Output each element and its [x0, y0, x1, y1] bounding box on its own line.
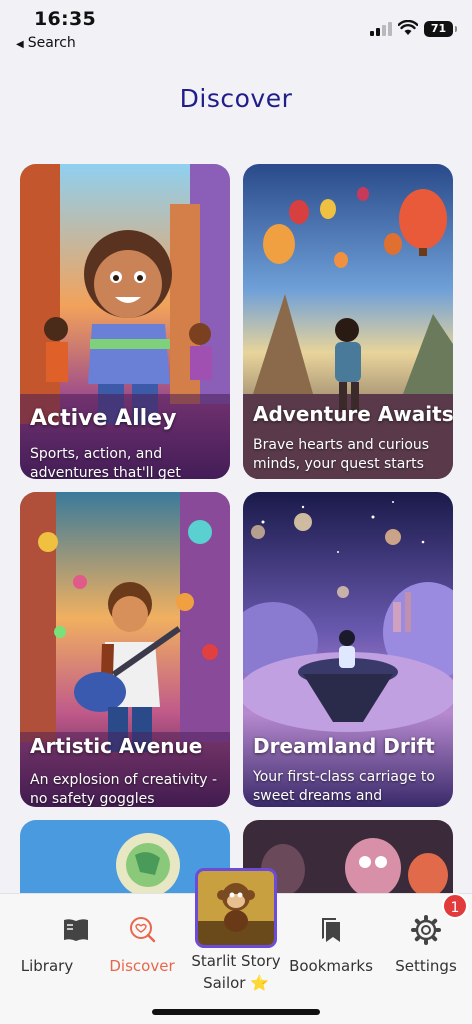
tab-label: Library [20, 957, 74, 975]
status-time: 16:35 [34, 8, 96, 30]
back-label: Search [27, 35, 76, 51]
bookmarks-icon [322, 918, 340, 942]
card-description: Brave hearts and curious minds, your que… [253, 437, 430, 472]
status-bar: 16:35 ◀ Search 71 [0, 0, 472, 56]
cellular-signal-icon [370, 22, 392, 36]
card-illustration [20, 492, 230, 807]
category-card-adventure-awaits[interactable]: Adventure Awaits Brave hearts and curiou… [243, 164, 453, 479]
category-card-artistic-avenue[interactable]: Artistic Avenue An explosion of creativi… [20, 492, 230, 807]
card-illustration [243, 492, 453, 807]
current-story-title-line2: Sailor ⭐ [203, 974, 269, 992]
tab-label: Settings [395, 957, 457, 975]
settings-notification-badge: 1 [442, 893, 468, 919]
card-description: Sports, action, and adventures that'll g… [30, 446, 181, 479]
current-story-title-line1: Starlit Story [191, 952, 281, 970]
discover-search-icon [130, 917, 156, 943]
category-card-dreamland-drift[interactable]: Dreamland Drift Your first-class carriag… [243, 492, 453, 807]
tab-settings[interactable]: Settings [381, 914, 471, 975]
card-title: Adventure Awaits [253, 402, 453, 426]
card-description: An explosion of creativity - no safety g… [30, 772, 218, 807]
card-illustration [243, 164, 453, 479]
card-title: Active Alley [30, 406, 177, 431]
current-story-button[interactable] [195, 868, 277, 948]
tab-label: Discover [109, 957, 175, 975]
card-description: Your first-class carriage to sweet dream… [253, 769, 435, 804]
card-title: Dreamland Drift [253, 734, 435, 758]
card-title: Artistic Avenue [30, 734, 203, 758]
monkey-sailor-thumbnail [198, 871, 274, 945]
tab-library[interactable]: Library [2, 914, 92, 975]
card-illustration [20, 164, 230, 479]
current-story-label[interactable]: Starlit Story Sailor ⭐ [186, 950, 286, 994]
page-title: Discover [179, 84, 293, 113]
tab-discover[interactable]: Discover [97, 914, 187, 975]
home-indicator [152, 1009, 320, 1015]
back-to-search-link[interactable]: ◀ Search [16, 35, 76, 51]
tab-label: Bookmarks [289, 957, 373, 975]
back-arrow-icon: ◀ [16, 39, 24, 50]
battery-icon: 71 [424, 21, 457, 37]
wifi-icon [398, 20, 418, 35]
book-icon [64, 919, 88, 941]
tab-bookmarks[interactable]: Bookmarks [286, 914, 376, 975]
category-card-active-alley[interactable]: Active Alley Sports, action, and adventu… [20, 164, 230, 479]
